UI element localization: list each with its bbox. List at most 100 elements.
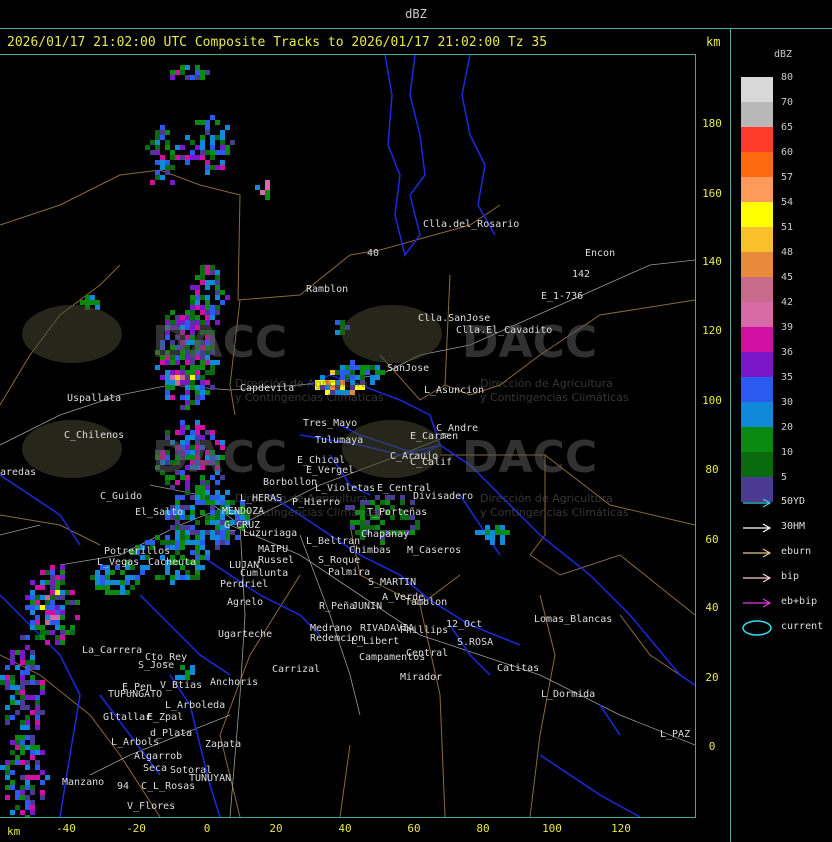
echo-pixel <box>390 495 395 500</box>
echo-pixel <box>225 125 230 130</box>
place-label: E_Vergel <box>306 465 355 476</box>
echo-pixel <box>150 140 155 145</box>
echo-pixel <box>50 610 55 615</box>
place-label: V_Flores <box>127 801 176 812</box>
echo-pixel <box>165 540 170 545</box>
echo-pixel <box>190 150 195 155</box>
place-label: S_Jose <box>138 660 175 671</box>
echo-pixel <box>15 745 20 750</box>
echo-pixel <box>180 395 185 400</box>
echo-pixel <box>500 525 505 530</box>
echo-pixel <box>185 515 190 520</box>
echo-pixel <box>20 705 25 710</box>
watermark-dacc: DACC <box>152 432 288 483</box>
echo-pixel <box>15 795 20 800</box>
echo-pixel <box>95 580 100 585</box>
echo-pixel <box>160 135 165 140</box>
echo-pixel <box>190 305 195 310</box>
scale-value: 42 <box>781 297 794 308</box>
echo-pixel <box>215 150 220 155</box>
echo-pixel <box>400 495 405 500</box>
echo-pixel <box>185 425 190 430</box>
echo-pixel <box>205 265 210 270</box>
echo-pixel <box>160 165 165 170</box>
echo-pixel <box>350 365 355 370</box>
echo-pixel <box>200 425 205 430</box>
y-tick-label: 0 <box>708 740 716 753</box>
place-label: Zapata <box>205 739 242 750</box>
place-label: V_Btias <box>160 680 203 691</box>
echo-pixel <box>10 685 15 690</box>
echo-pixel <box>195 400 200 405</box>
echo-pixel <box>195 420 200 425</box>
echo-pixel <box>35 720 40 725</box>
echo-pixel <box>185 370 190 375</box>
echo-pixel <box>50 605 55 610</box>
echo-pixel <box>90 300 95 305</box>
echo-pixel <box>110 590 115 595</box>
echo-pixel <box>185 540 190 545</box>
echo-pixel <box>35 600 40 605</box>
echo-pixel <box>500 540 505 545</box>
echo-pixel <box>40 580 45 585</box>
echo-pixel <box>180 145 185 150</box>
echo-pixel <box>35 710 40 715</box>
x-tick-label: 0 <box>203 822 211 835</box>
place-label: Chapanay <box>361 529 410 540</box>
echo-pixel <box>20 660 25 665</box>
echo-pixel <box>15 650 20 655</box>
echo-pixel <box>190 505 195 510</box>
echo-pixel <box>5 760 10 765</box>
track-label: current <box>781 621 824 632</box>
place-label: Clla.del_Rosario <box>423 219 520 230</box>
echo-pixel <box>215 525 220 530</box>
echo-pixel <box>5 795 10 800</box>
echo-pixel <box>200 270 205 275</box>
echo-pixel <box>175 535 180 540</box>
echo-pixel <box>30 755 35 760</box>
echo-pixel <box>50 580 55 585</box>
x-tick-label: 20 <box>269 822 283 835</box>
echo-pixel <box>125 575 130 580</box>
echo-pixel <box>25 635 30 640</box>
echo-pixel <box>210 500 215 505</box>
echo-pixel <box>215 510 220 515</box>
radar-map[interactable]: DACC Dirección de Agricultura y Contingen… <box>0 54 696 818</box>
echo-pixel <box>20 735 25 740</box>
echo-pixel <box>205 520 210 525</box>
echo-pixel <box>195 545 200 550</box>
scale-swatch <box>741 77 773 102</box>
echo-pixel <box>485 525 490 530</box>
echo-pixel <box>20 650 25 655</box>
echo-pixel <box>215 490 220 495</box>
place-label: P_Hierro <box>292 497 341 508</box>
echo-pixel <box>170 155 175 160</box>
echo-pixel <box>30 745 35 750</box>
place-label: Potrerillos <box>104 546 171 557</box>
scale-swatch <box>741 252 773 277</box>
echo-pixel <box>145 540 150 545</box>
echo-pixel <box>200 375 205 380</box>
echo-pixel <box>205 150 210 155</box>
echo-pixel <box>60 610 65 615</box>
echo-pixel <box>90 295 95 300</box>
scale-swatch <box>741 377 773 402</box>
echo-pixel <box>215 520 220 525</box>
place-label: L_PAZ <box>660 729 691 740</box>
echo-pixel <box>5 770 10 775</box>
echo-pixel <box>180 425 185 430</box>
echo-pixel <box>165 395 170 400</box>
echo-pixel <box>35 665 40 670</box>
echo-pixel <box>190 310 195 315</box>
echo-pixel <box>205 500 210 505</box>
echo-pixel <box>70 600 75 605</box>
echo-pixel <box>5 675 10 680</box>
echo-pixel <box>215 270 220 275</box>
echo-pixel <box>45 600 50 605</box>
echo-pixel <box>175 495 180 500</box>
echo-pixel <box>200 555 205 560</box>
echo-pixel <box>25 595 30 600</box>
echo-pixel <box>35 700 40 705</box>
echo-pixel <box>105 590 110 595</box>
echo-pixel <box>50 620 55 625</box>
